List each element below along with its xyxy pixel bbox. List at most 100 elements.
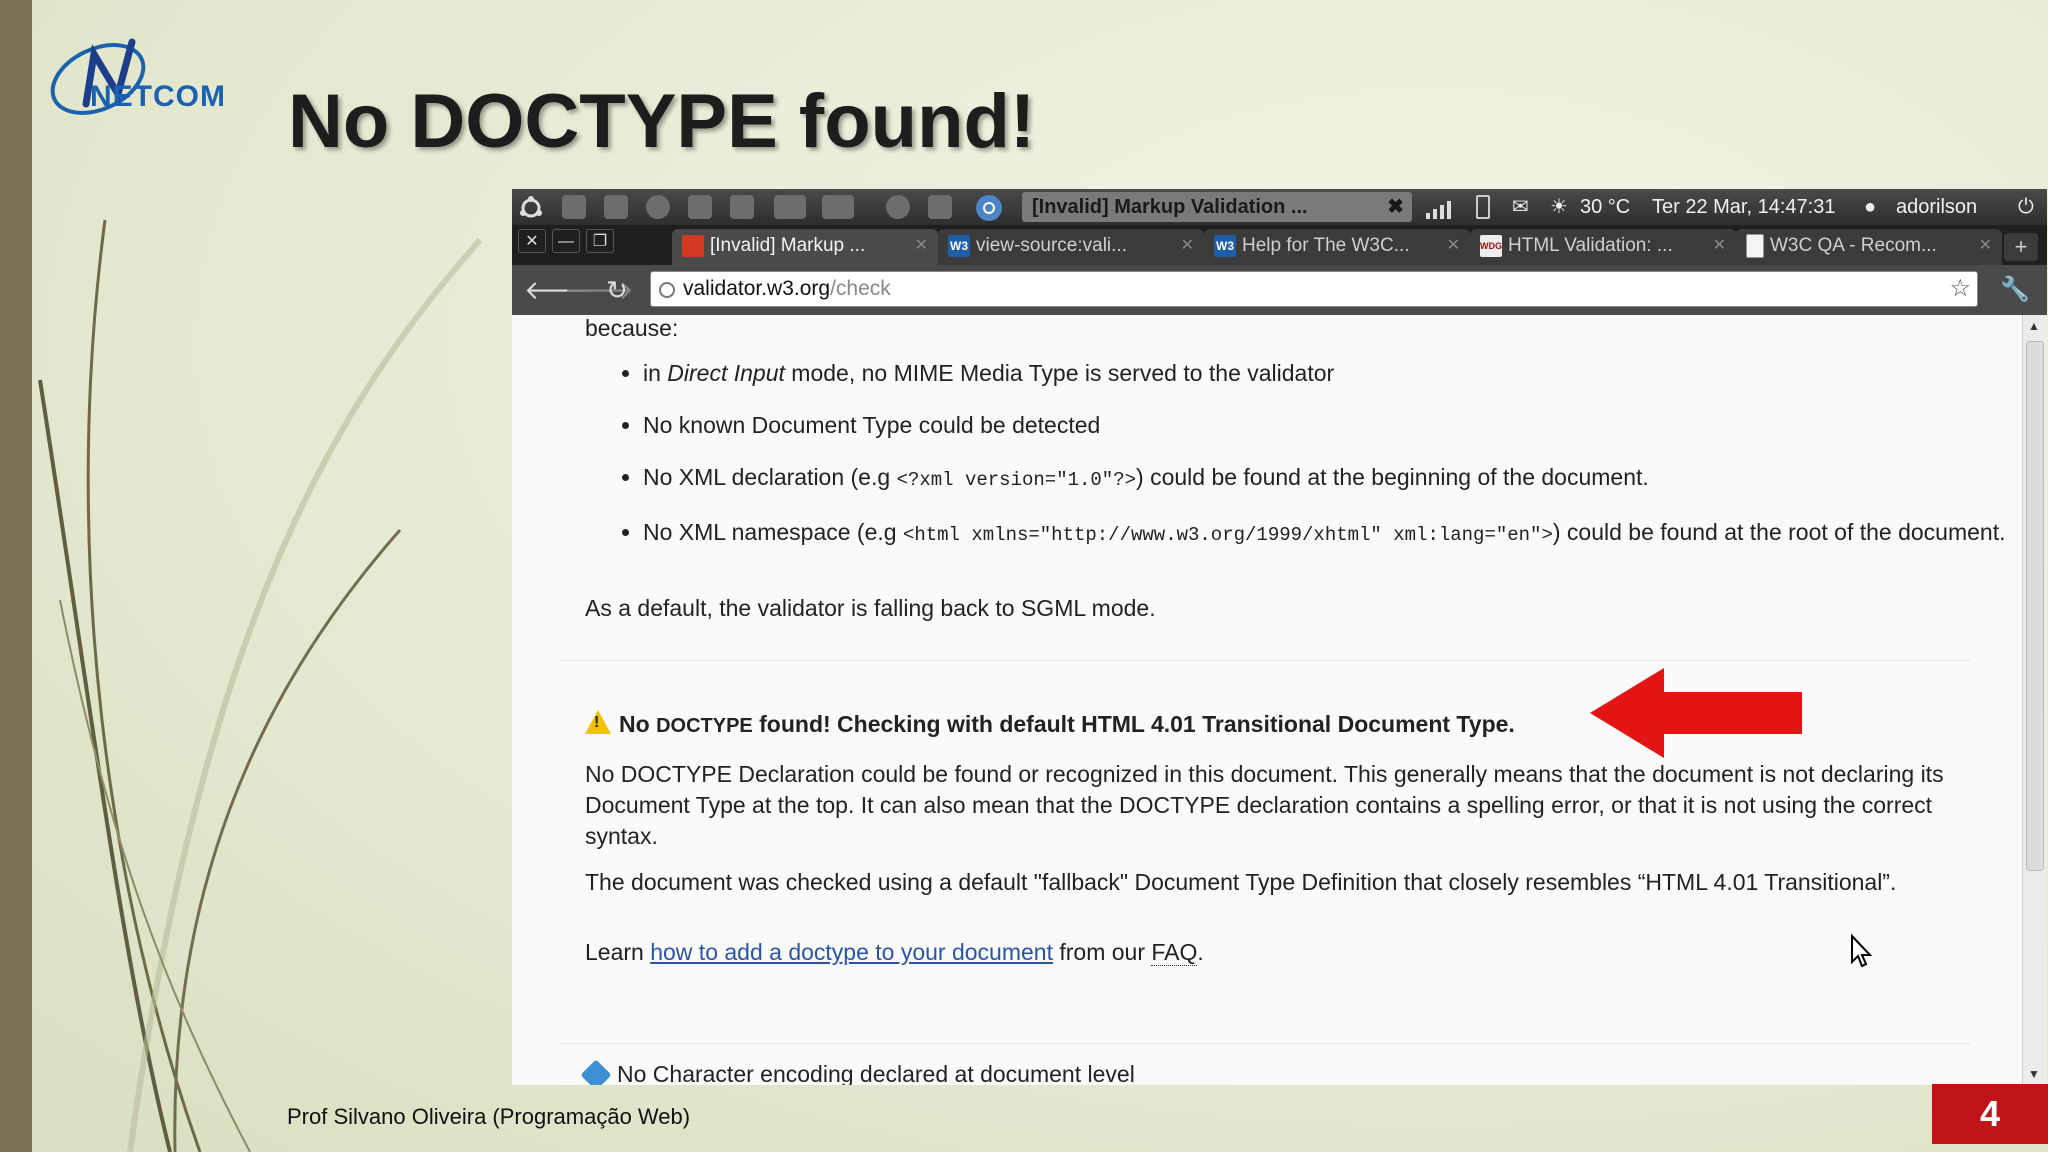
tab-invalid-markup[interactable]: [Invalid] Markup ... ✕ — [672, 229, 938, 265]
text: No XML declaration (e.g — [643, 464, 897, 490]
faq-link[interactable]: FAQ — [1151, 939, 1198, 966]
learn-line: Learn how to add a doctype to your docum… — [585, 937, 1955, 968]
default-text: As a default, the validator is falling b… — [585, 595, 1156, 621]
list-item: No XML namespace (e.g <html xmlns="http:… — [643, 516, 2023, 551]
active-window-title[interactable]: [Invalid] Markup Validation ... ✖ — [1022, 192, 1412, 222]
text: found! Checking with default HTML 4.01 T… — [752, 711, 1515, 737]
desktop-panel: [Invalid] Markup Validation ... ✖ ✉ ☀ 30 … — [512, 189, 2047, 225]
list-icon[interactable] — [774, 195, 806, 219]
decorative-curves — [38, 219, 483, 1152]
logo-text: NETCOM — [90, 80, 226, 113]
text: No known Document Type could be detected — [643, 412, 1101, 438]
scroll-down-icon[interactable]: ▼ — [2028, 1067, 2040, 1081]
tab-label: [Invalid] Markup ... — [710, 235, 866, 256]
info-icon — [580, 1059, 612, 1085]
wdg-icon: WDG — [1480, 234, 1502, 257]
text: No Character encoding declared at docume… — [617, 1061, 1135, 1085]
text: No — [619, 711, 657, 737]
panel-clock[interactable]: Ter 22 Mar, 14:47:31 — [1652, 189, 1835, 225]
vertical-scrollbar[interactable]: ▲ ▼ — [2022, 315, 2047, 1085]
tab-label: HTML Validation: ... — [1508, 235, 1673, 256]
new-tab-button[interactable]: + — [2004, 233, 2038, 261]
browser-tab-strip: ✕ — ❐ [Invalid] Markup ... ✕ W3 view-sourc… — [512, 225, 2047, 265]
text: Learn — [585, 939, 651, 965]
files-icon[interactable] — [562, 195, 586, 219]
keyboard-icon[interactable] — [822, 195, 854, 219]
browser-toolbar: 🡐 🡒 ↻ validator.w3.org/check ☆ 🔧 — [512, 265, 2047, 315]
text: No XML namespace (e.g — [643, 519, 903, 545]
disk-icon[interactable] — [604, 195, 628, 219]
window-minimize-button[interactable]: — — [552, 229, 580, 253]
tab-close-icon[interactable]: ✕ — [1979, 229, 1992, 263]
tab-html-validation[interactable]: WDG HTML Validation: ... ✕ — [1470, 229, 1736, 265]
divider — [560, 1043, 1970, 1044]
footer-author: Prof Silvano Oliveira (Programação Web) — [287, 1104, 691, 1129]
doctype-help-link[interactable]: how to add a doctype to your document — [650, 939, 1053, 965]
chrome-icon[interactable] — [974, 193, 1004, 223]
w3c-icon: W3 — [948, 234, 970, 257]
tab-close-icon[interactable]: ✕ — [915, 229, 928, 263]
warning-heading: ! No DOCTYPE found! Checking with default… — [585, 710, 1515, 738]
panel-username[interactable]: adorilson — [1896, 189, 1977, 225]
text: DOCTYPE — [656, 715, 753, 737]
tab-view-source[interactable]: W3 view-source:vali... ✕ — [938, 229, 1204, 265]
w3c-icon: W3 — [1214, 234, 1236, 257]
battery-icon — [1476, 195, 1490, 219]
tab-help-w3c[interactable]: W3 Help for The W3C... ✕ — [1204, 229, 1470, 265]
slide-title: No DOCTYPE found! — [288, 79, 1036, 164]
code: <html xmlns="http://www.w3.org/1999/xhtm… — [902, 524, 1553, 546]
text: ) could be found at the beginning of the… — [1136, 464, 1649, 490]
list-item: No known Document Type could be detected — [643, 409, 2023, 441]
scroll-thumb[interactable] — [2026, 341, 2044, 871]
warning-icon: ! — [585, 710, 611, 734]
window-close-button[interactable]: ✕ — [518, 229, 546, 253]
weather-temp[interactable]: 30 °C — [1580, 189, 1630, 225]
code: <?xml version="1.0"?> — [896, 469, 1137, 491]
close-icon[interactable]: ✖ — [1387, 192, 1404, 222]
tab-close-icon[interactable]: ✕ — [1713, 229, 1726, 263]
tab-close-icon[interactable]: ✕ — [1447, 229, 1460, 263]
scroll-up-icon[interactable]: ▲ — [2028, 319, 2040, 333]
divider — [560, 660, 1970, 661]
tab-label: W3C QA - Recom... — [1770, 235, 1937, 256]
wrench-icon[interactable]: 🔧 — [2000, 275, 2030, 304]
mail-icon[interactable]: ✉ — [1512, 189, 1529, 225]
weather-icon: ☀ — [1550, 196, 1568, 218]
text: in — [643, 360, 668, 386]
list-item: in Direct Input mode, no MIME Media Type… — [643, 357, 2023, 389]
doc-icon[interactable] — [730, 195, 754, 219]
power-icon[interactable]: ⏻ — [2018, 189, 2034, 225]
window-title-text: [Invalid] Markup Validation ... — [1032, 196, 1308, 218]
tab-close-icon[interactable]: ✕ — [1181, 229, 1194, 263]
globe-icon[interactable] — [646, 195, 670, 219]
tab-w3c-qa[interactable]: W3C QA - Recom... ✕ — [1736, 229, 2002, 265]
text: from our — [1052, 939, 1152, 965]
text: . — [1197, 939, 1204, 965]
star-icon[interactable]: ☆ — [1949, 272, 1971, 306]
netcom-logo — [50, 38, 146, 115]
red-square-icon — [682, 234, 704, 257]
ubuntu-logo-icon[interactable] — [518, 195, 544, 221]
mouse-cursor-icon — [1851, 934, 1872, 968]
wrench-icon[interactable] — [928, 195, 952, 219]
user-icon: ● — [1864, 196, 1877, 218]
reload-icon[interactable]: ↻ — [606, 275, 628, 306]
address-bar[interactable]: validator.w3.org/check ☆ — [650, 271, 1978, 307]
warning-paragraph-2: The document was checked using a default… — [585, 869, 1897, 895]
slide-number: 4 — [1932, 1084, 2048, 1144]
gear-icon[interactable] — [886, 195, 910, 219]
cut-text: because: — [585, 315, 679, 341]
warning-paragraph-1: No DOCTYPE Declaration could be found or… — [585, 761, 1944, 849]
url-path: /check — [830, 277, 891, 300]
emphasis: Direct Input — [667, 360, 785, 386]
tab-label: view-source:vali... — [976, 235, 1127, 256]
text: ) could be found at the root of the docu… — [1552, 519, 2006, 545]
list-item: No XML declaration (e.g <?xml version="1… — [643, 461, 2023, 496]
next-message: No Character encoding declared at docume… — [580, 1059, 1955, 1085]
tab-label: Help for The W3C... — [1242, 235, 1410, 256]
url-host: validator.w3.org — [683, 277, 831, 300]
doc-icon[interactable] — [688, 195, 712, 219]
window-maximize-button[interactable]: ❐ — [586, 229, 614, 253]
page-icon — [1746, 233, 1764, 258]
globe-icon — [659, 282, 675, 298]
